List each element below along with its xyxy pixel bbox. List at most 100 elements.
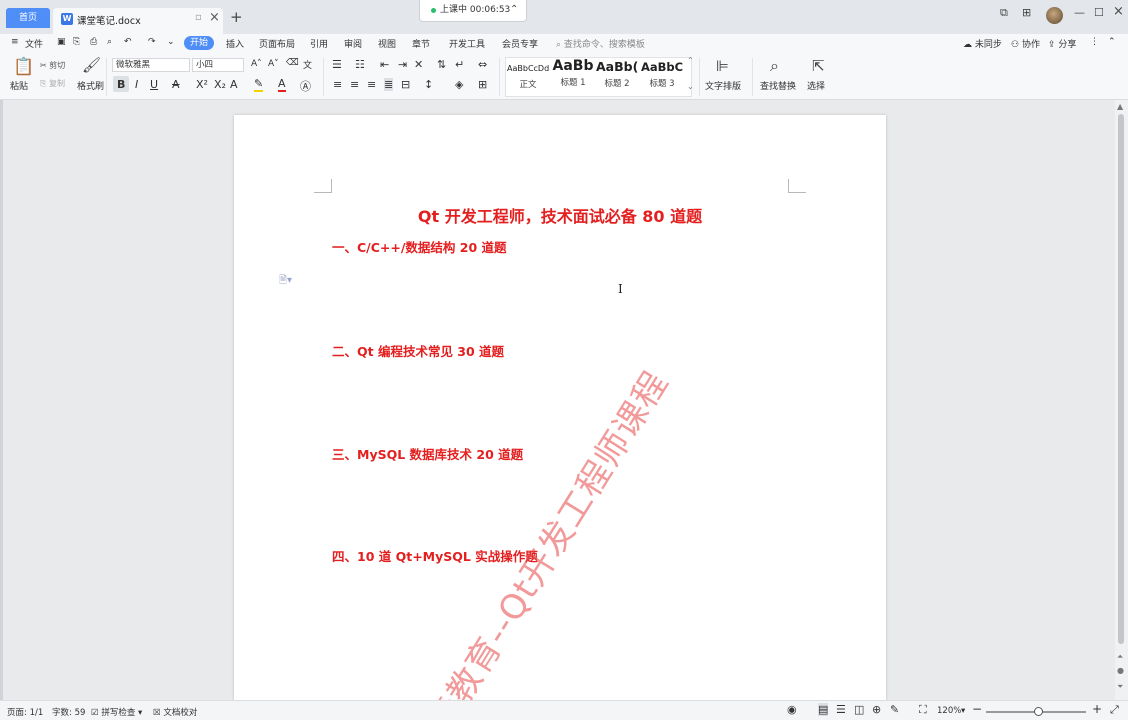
paste-icon[interactable]: 📋 [13,57,34,77]
align-right-icon[interactable]: ≡ [367,78,376,91]
chinese-layout-icon[interactable]: ✕ [414,58,423,71]
undo-icon[interactable]: ↶ [124,37,132,47]
new-tab-button[interactable]: + [230,8,243,26]
underline-button[interactable]: U [150,78,158,91]
more-chevron-icon[interactable]: ⌄ [167,37,175,47]
find-icon[interactable]: ⌕ [770,56,779,76]
apps-grid-icon[interactable]: ⊞ [1022,6,1031,19]
section-heading-1[interactable]: 一、C/C++/数据结构 20 道题 [332,237,507,256]
outline-view-icon[interactable]: ☰ [836,703,846,716]
copy-button[interactable]: ⎘ 复制 [40,78,65,89]
word-count[interactable]: 字数: 59 [52,706,85,718]
save-icon[interactable]: ▣ [57,37,66,47]
align-left-icon[interactable]: ≡ [333,78,342,91]
zoom-in-button[interactable]: + [1092,702,1102,716]
para-spacing-icon[interactable]: ⇔ [478,58,487,71]
close-tab-icon[interactable]: × [209,10,220,25]
page-count[interactable]: 页面: 1/1 [7,706,43,718]
zoom-out-button[interactable]: − [972,702,982,716]
char-border-button[interactable]: Ⓐ [300,78,311,94]
justify-icon[interactable]: ≣ [384,78,394,91]
decrease-indent-icon[interactable]: ⇤ [380,58,389,71]
clear-format-icon[interactable]: ⌫ [286,58,299,68]
pin-icon[interactable]: ▫ [195,12,202,23]
share-button[interactable]: ⇪ 分享 [1048,37,1076,50]
chevron-up-icon[interactable]: ⌃ [510,0,518,20]
shading-icon[interactable]: ◈ [455,78,463,91]
text-effect-button[interactable]: A [230,78,238,91]
menu-file[interactable]: 文件 [25,37,43,50]
export-icon[interactable]: ⎘ [73,37,80,47]
style-heading-1[interactable]: AaBb 标题 1 [552,58,594,96]
write-view-icon[interactable]: ✎ [890,703,899,716]
style-scroll-up-icon[interactable]: ⌃ [687,56,694,65]
hamburger-icon[interactable]: ≡ [11,37,19,47]
redo-icon[interactable]: ↷ [148,37,156,47]
find-replace-button[interactable]: 查找替换 [760,79,796,92]
font-color-button[interactable]: A [278,77,286,92]
select-button[interactable]: 选择 [807,79,825,92]
menu-insert[interactable]: 插入 [226,37,244,50]
close-window-button[interactable]: × [1113,4,1124,19]
class-timer[interactable]: 上课中 00:06:53 ⌃ [419,0,527,22]
style-more-icon[interactable]: ⌄ [687,82,694,91]
cursor-select-icon[interactable]: ⇱ [812,57,825,75]
collab-button[interactable]: ⚇ 协作 [1011,37,1040,50]
web-view-icon[interactable]: ⊕ [872,703,881,716]
grow-font-icon[interactable]: A˄ [251,59,262,69]
borders-icon[interactable]: ⊞ [478,78,487,91]
shrink-font-icon[interactable]: A˅ [268,59,279,69]
scroll-up-icon[interactable]: ▲ [1117,102,1123,111]
style-normal[interactable]: AaBbCcDd 正文 [507,58,549,96]
read-view-icon[interactable]: ◫ [854,703,864,716]
paragraph-layout-icon[interactable]: 🗎▾ [279,273,292,290]
increase-indent-icon[interactable]: ⇥ [398,58,407,71]
menu-dev-tools[interactable]: 开发工具 [449,37,485,50]
menu-page-layout[interactable]: 页面布局 [259,37,295,50]
collapse-ribbon-icon[interactable]: ⌃ [1108,37,1116,47]
preview-icon[interactable]: ⌕ [107,37,112,47]
layout-icon[interactable]: ⧉ [1000,6,1008,20]
highlight-button[interactable]: ✎ [254,77,264,92]
menu-home-tab[interactable]: 开始 [184,36,214,50]
page-view-icon[interactable]: ▤ [818,703,829,716]
font-name-select[interactable]: 微软雅黑 [112,58,190,72]
font-size-select[interactable]: 小四 [192,58,244,72]
numbered-list-icon[interactable]: ☷ [355,58,365,71]
section-heading-2[interactable]: 二、Qt 编程技术常见 30 道题 [332,341,504,360]
bold-button[interactable]: B [117,78,125,91]
select-browse-icon[interactable]: ● [1117,666,1124,675]
style-heading-2[interactable]: AaBb( 标题 2 [596,58,638,96]
next-page-icon[interactable]: ⏷ [1117,682,1123,692]
home-tab[interactable]: 首页 [6,8,50,28]
scroll-thumb[interactable] [1118,114,1124,644]
menu-review[interactable]: 审阅 [344,37,362,50]
eye-protection-icon[interactable]: ◉ [787,703,797,716]
sort-icon[interactable]: ⇅ [437,58,446,71]
align-center-icon[interactable]: ≡ [350,78,359,91]
avatar[interactable] [1046,7,1063,24]
vertical-scrollbar[interactable]: ▲ ⏶ ● ⏷ [1115,100,1128,700]
paste-button[interactable]: 粘贴 [10,79,28,92]
phonetic-icon[interactable]: 文 [303,58,312,71]
doc-check-button[interactable]: ☒ 文档校对 [153,706,197,718]
document-tab[interactable]: W 课堂笔记.docx ▫ × [53,8,223,34]
strikethrough-button[interactable]: A [172,78,180,91]
zoom-level[interactable]: 120% [937,706,961,716]
fit-page-icon[interactable]: ⛶ [919,703,927,717]
maximize-button[interactable]: ☐ [1094,6,1104,19]
format-painter-button[interactable]: 格式刷 [77,79,104,92]
command-search[interactable]: ⌕ 查找命令、搜索模板 [556,37,645,50]
superscript-button[interactable]: X² [196,78,208,91]
distributed-icon[interactable]: ⊟ [401,78,410,91]
spell-check-button[interactable]: ☑ 拼写检查 ▾ [91,706,142,718]
menu-references[interactable]: 引用 [310,37,328,50]
cut-button[interactable]: ✂ 剪切 [40,60,65,71]
italic-button[interactable]: I [135,78,138,91]
menu-chapter[interactable]: 章节 [412,37,430,50]
minimize-button[interactable]: — [1074,6,1085,19]
text-layout-button[interactable]: 文字排版 [705,79,741,92]
fullscreen-icon[interactable]: ⤢ [1110,703,1119,717]
line-spacing-icon[interactable]: ↕ [424,78,433,91]
section-heading-4[interactable]: 四、10 道 Qt+MySQL 实战操作题 [332,546,538,565]
